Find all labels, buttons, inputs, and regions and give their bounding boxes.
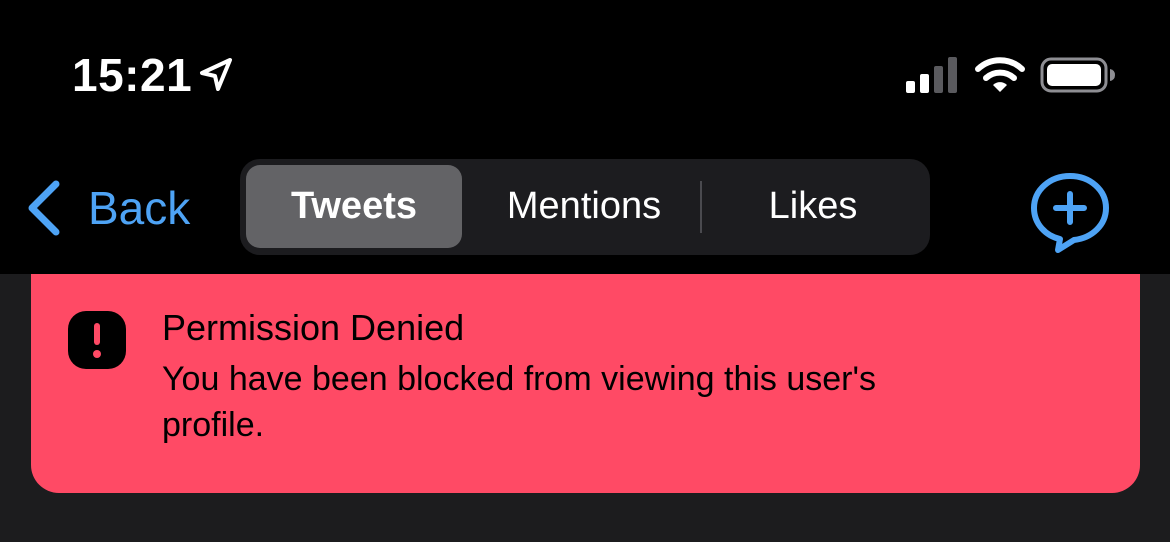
navigation-bar: Back Tweets Mentions Likes <box>0 140 1170 274</box>
status-time: 15:21 <box>72 49 193 101</box>
alert-message: You have been blocked from viewing this … <box>162 360 876 444</box>
location-arrow-icon <box>200 58 232 91</box>
segment-likes[interactable]: Likes <box>702 165 924 248</box>
exclamation-icon <box>68 311 126 369</box>
segment-mentions[interactable]: Mentions <box>470 165 698 248</box>
segmented-control: Tweets Mentions Likes <box>240 159 930 255</box>
status-bar: 15:21 <box>0 0 1170 140</box>
back-button[interactable]: Back <box>24 176 190 240</box>
wifi-icon <box>975 57 1025 92</box>
cellular-signal-icon <box>906 57 957 93</box>
content-area: Permission Denied You have been blocked … <box>0 274 1170 542</box>
screen: 15:21 Back Tweets Mentions Likes Permiss… <box>0 0 1170 542</box>
chevron-left-icon <box>28 180 60 236</box>
compose-tweet-icon[interactable] <box>1028 170 1112 254</box>
back-label: Back <box>88 182 191 234</box>
alert-title: Permission Denied <box>162 307 465 348</box>
battery-icon <box>1040 57 1115 93</box>
segment-tweets[interactable]: Tweets <box>246 165 462 248</box>
permission-denied-alert: Permission Denied You have been blocked … <box>31 274 1140 493</box>
